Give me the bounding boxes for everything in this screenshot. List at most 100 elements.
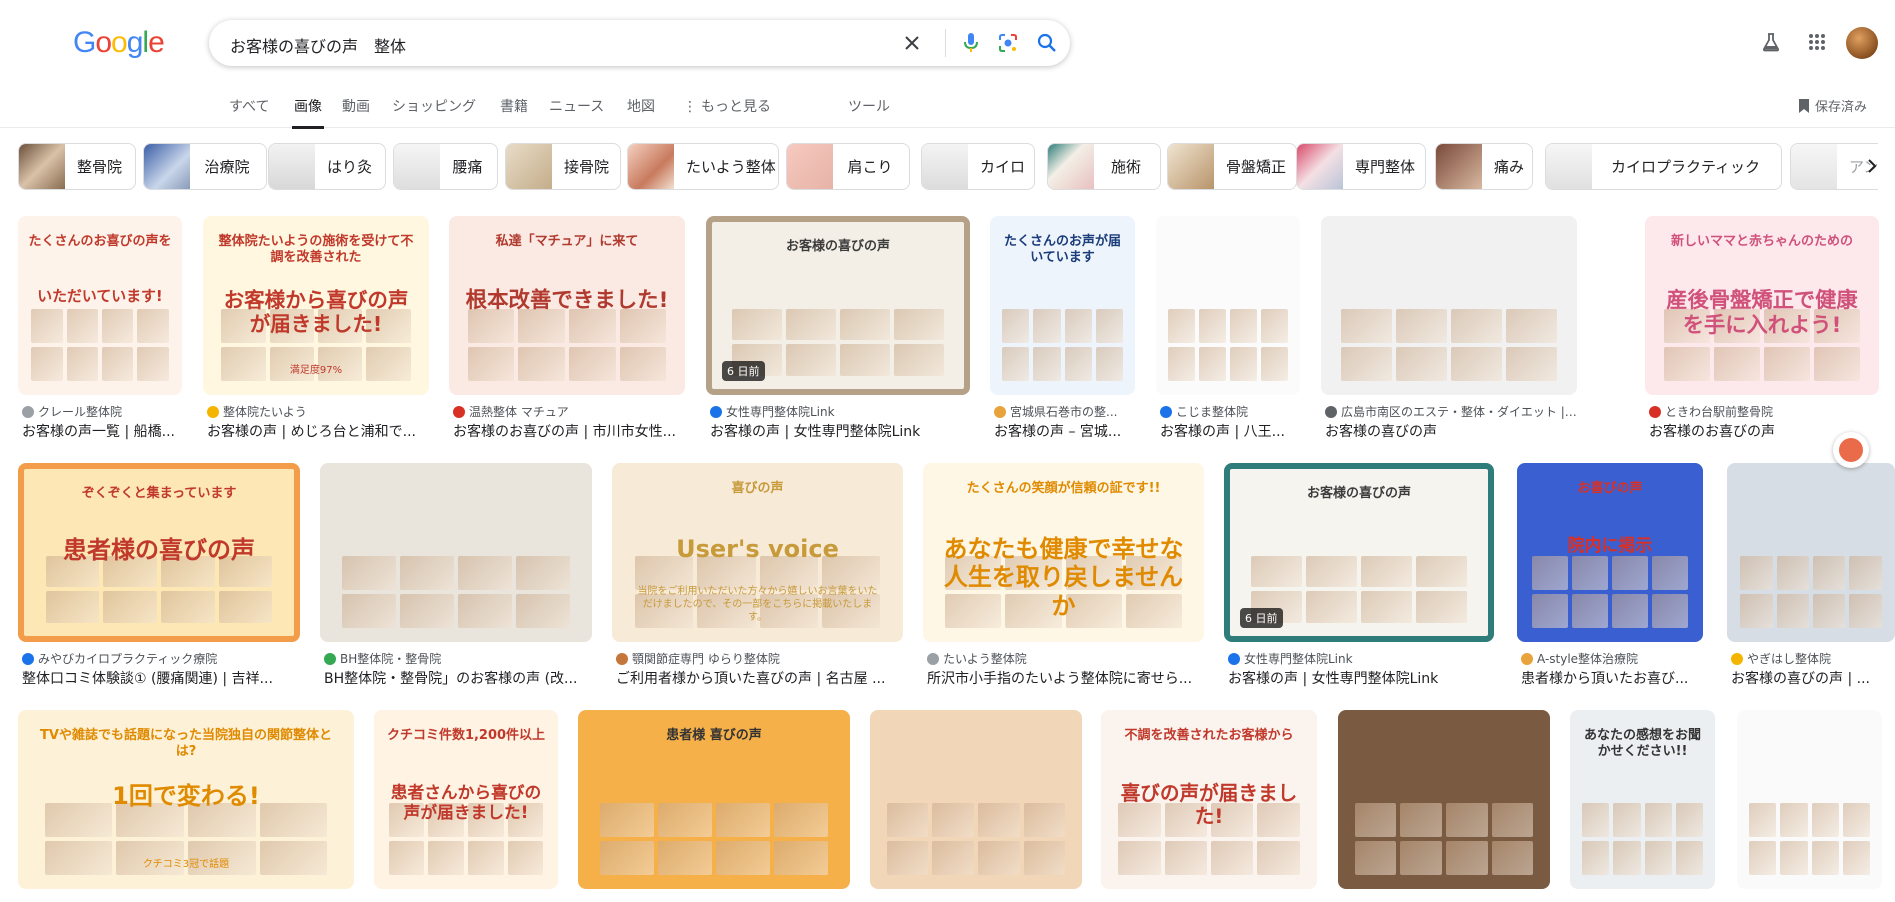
chip[interactable]: カイロプラクティック bbox=[1545, 143, 1782, 190]
image-result[interactable]: 患者様 喜びの声 bbox=[578, 710, 850, 902]
result-source[interactable]: ときわ台駅前整骨院 bbox=[1649, 403, 1879, 420]
result-thumbnail[interactable]: たくさんのお声が届いています bbox=[990, 216, 1135, 395]
image-result[interactable]: あなたの感想をお聞かせください!! bbox=[1570, 710, 1715, 902]
result-title[interactable]: お客様の声 – 宮城... bbox=[994, 421, 1135, 441]
result-thumbnail[interactable] bbox=[1737, 710, 1882, 889]
image-result[interactable]: やぎはし整体院 お客様の喜びの声 | ... bbox=[1727, 463, 1895, 692]
result-thumbnail[interactable]: TVや雑誌でも話題になった当院独自の関節整体とは? 1回で変わる! クチコミ3冠で話… bbox=[18, 710, 354, 889]
image-result[interactable]: 広島市南区のエステ・整体・ダイエット | フェ... お客様の喜びの声 bbox=[1321, 216, 1577, 445]
result-title[interactable]: お客様の声 | めじろ台と浦和で... bbox=[207, 421, 429, 441]
result-title[interactable]: お客様の声 | 女性専門整体院Link bbox=[1228, 668, 1494, 688]
image-result[interactable]: お客様の喜びの声 6 日前 女性専門整体院Link お客様の声 | 女性専門整体院Li… bbox=[1224, 463, 1494, 692]
labs-flask-icon[interactable] bbox=[1757, 28, 1785, 56]
image-result[interactable]: ぞくぞくと集まっています 患者様の喜びの声みやびカイロプラクティック療院 整体口コミ… bbox=[18, 463, 300, 692]
result-thumbnail[interactable]: あなたの感想をお聞かせください!! bbox=[1570, 710, 1715, 889]
chip[interactable]: カイロ bbox=[921, 143, 1035, 190]
result-source[interactable]: 顎関節症専門 ゆらり整体院 bbox=[616, 650, 903, 667]
result-thumbnail[interactable] bbox=[1338, 710, 1550, 889]
result-title[interactable]: お客様の喜びの声 | ... bbox=[1731, 668, 1895, 688]
result-source[interactable]: 広島市南区のエステ・整体・ダイエット | フェ... bbox=[1325, 403, 1577, 420]
tab-books[interactable]: 書籍 bbox=[500, 96, 528, 116]
result-thumbnail[interactable]: クチコミ件数1,200件以上 患者さんから喜びの声が届きました! bbox=[374, 710, 558, 889]
chip[interactable]: 専門整体 bbox=[1296, 143, 1426, 190]
result-title[interactable]: 患者様から頂いたお喜び... bbox=[1521, 668, 1703, 688]
chip[interactable]: 腰痛 bbox=[393, 143, 498, 190]
chip[interactable]: 整骨院 bbox=[18, 143, 136, 190]
chip[interactable]: はり灸 bbox=[268, 143, 386, 190]
image-result[interactable]: こじま整体院 お客様の声 | 八王... bbox=[1156, 216, 1300, 445]
result-source[interactable]: 整体院たいよう bbox=[207, 403, 429, 420]
result-source[interactable]: みやびカイロプラクティック療院 bbox=[22, 650, 300, 667]
image-result[interactable]: お客様の喜びの声 6 日前女性専門整体院Link お客様の声 | 女性専門整体院Li… bbox=[706, 216, 970, 445]
result-thumbnail[interactable]: 不調を改善されたお客様から 喜びの声が届きました! bbox=[1101, 710, 1317, 889]
image-result[interactable]: 新しいママと赤ちゃんのための 産後骨盤矯正で健康を手に入れよう! ときわ台駅前整骨院… bbox=[1645, 216, 1879, 445]
image-result[interactable] bbox=[1338, 710, 1550, 902]
result-source[interactable]: たいよう整体院 bbox=[927, 650, 1204, 667]
account-avatar[interactable] bbox=[1846, 27, 1878, 59]
result-source[interactable]: A-style整体治療院 bbox=[1521, 650, 1703, 667]
result-source[interactable]: 温熱整体 マチュア bbox=[453, 403, 685, 420]
result-thumbnail[interactable]: たくさんのお喜びの声を いただいています! bbox=[18, 216, 182, 395]
result-source[interactable]: 女性専門整体院Link bbox=[710, 403, 970, 420]
image-result[interactable]: たくさんの笑顔が信頼の証です!! あなたも健康で幸せな人生を取り戻しませんか たいよ… bbox=[923, 463, 1204, 692]
saved-link[interactable]: 保存済み bbox=[1797, 96, 1867, 115]
chip[interactable]: 施術 bbox=[1047, 143, 1161, 190]
result-thumbnail[interactable] bbox=[1156, 216, 1300, 395]
chip[interactable]: たいよう整体 bbox=[627, 143, 779, 190]
image-result[interactable]: BH整体院・整骨院 BH整体院・整骨院」のお客様の声 (改... bbox=[320, 463, 592, 692]
result-title[interactable]: お客様の声一覧 | 船橋... bbox=[22, 421, 182, 441]
image-result[interactable]: TVや雑誌でも話題になった当院独自の関節整体とは? 1回で変わる! クチコミ3冠で話… bbox=[18, 710, 354, 902]
tab-videos[interactable]: 動画 bbox=[342, 96, 370, 116]
google-logo[interactable]: Google bbox=[73, 26, 165, 60]
mic-icon[interactable] bbox=[959, 31, 983, 55]
result-thumbnail[interactable]: お喜びの声 院内に掲示 bbox=[1517, 463, 1703, 642]
result-thumbnail[interactable]: 私達「マチュア」に来て 根本改善できました! bbox=[449, 216, 685, 395]
result-source[interactable]: BH整体院・整骨院 bbox=[324, 650, 592, 667]
tab-all[interactable]: すべて bbox=[229, 96, 269, 116]
chip[interactable]: 接骨院 bbox=[505, 143, 621, 190]
result-title[interactable]: お客様の声 | 女性専門整体院Link bbox=[710, 421, 970, 441]
image-result[interactable]: 私達「マチュア」に来て 根本改善できました! 温熱整体 マチュア お客様のお喜びの声 … bbox=[449, 216, 685, 445]
result-source[interactable]: 宮城県石巻市の整... bbox=[994, 403, 1135, 420]
chip[interactable]: 骨盤矯正 bbox=[1167, 143, 1297, 190]
tab-more[interactable]: ⋮ もっと見る bbox=[683, 96, 771, 116]
image-result[interactable]: 不調を改善されたお客様から 喜びの声が届きました! bbox=[1101, 710, 1317, 902]
result-source[interactable]: こじま整体院 bbox=[1160, 403, 1300, 420]
result-title[interactable]: お客様の喜びの声 bbox=[1325, 421, 1577, 441]
image-result[interactable]: 整体院たいようの施術を受けて不調を改善された お客様から喜びの声が届きました! 満足… bbox=[203, 216, 429, 445]
result-title[interactable]: お客様の声 | 八王... bbox=[1160, 421, 1300, 441]
result-title[interactable]: BH整体院・整骨院」のお客様の声 (改... bbox=[324, 668, 592, 688]
search-input[interactable]: お客様の喜びの声 整体 bbox=[230, 33, 406, 57]
tab-news[interactable]: ニュース bbox=[549, 96, 604, 116]
result-thumbnail[interactable]: 整体院たいようの施術を受けて不調を改善された お客様から喜びの声が届きました! 満足… bbox=[203, 216, 429, 395]
result-thumbnail[interactable]: 患者様 喜びの声 bbox=[578, 710, 850, 889]
apps-grid-icon[interactable] bbox=[1803, 28, 1831, 56]
result-title[interactable]: 所沢市小手指のたいよう整体院に寄せら... bbox=[927, 668, 1204, 688]
chip[interactable]: 肩こり bbox=[786, 143, 910, 190]
tab-maps[interactable]: 地図 bbox=[627, 96, 655, 116]
search-icon[interactable] bbox=[1035, 31, 1059, 55]
result-thumbnail[interactable] bbox=[1321, 216, 1577, 395]
result-title[interactable]: 整体口コミ体験談① (腰痛関連) | 吉祥... bbox=[22, 668, 300, 688]
feedback-button[interactable] bbox=[1833, 432, 1869, 468]
result-source[interactable]: やぎはし整体院 bbox=[1731, 650, 1895, 667]
result-thumbnail[interactable]: ぞくぞくと集まっています 患者様の喜びの声 bbox=[18, 463, 300, 642]
tab-images[interactable]: 画像 bbox=[292, 96, 324, 129]
result-thumbnail[interactable]: 喜びの声 User's voice 当院をご利用いただいた方々から嬉しいお言葉をいた… bbox=[612, 463, 903, 642]
image-result[interactable]: 喜びの声 User's voice 当院をご利用いただいた方々から嬉しいお言葉をいた… bbox=[612, 463, 903, 692]
image-result[interactable]: たくさんのお喜びの声を いただいています! クレール整体院 お客様の声一覧 | 船橋.… bbox=[18, 216, 182, 445]
result-thumbnail[interactable] bbox=[870, 710, 1082, 889]
clear-icon[interactable] bbox=[900, 31, 924, 55]
image-result[interactable]: クチコミ件数1,200件以上 患者さんから喜びの声が届きました! bbox=[374, 710, 558, 902]
image-result[interactable]: たくさんのお声が届いています宮城県石巻市の整... お客様の声 – 宮城... bbox=[990, 216, 1135, 445]
image-result[interactable] bbox=[870, 710, 1082, 902]
image-result[interactable]: お喜びの声 院内に掲示 A-style整体治療院 患者様から頂いたお喜び... bbox=[1517, 463, 1703, 692]
tab-shopping[interactable]: ショッピング bbox=[392, 96, 476, 116]
result-thumbnail[interactable]: 新しいママと赤ちゃんのための 産後骨盤矯正で健康を手に入れよう! bbox=[1645, 216, 1879, 395]
image-result[interactable] bbox=[1737, 710, 1882, 902]
result-title[interactable]: お客様のお喜びの声 | 市川市女性... bbox=[453, 421, 685, 441]
search-box[interactable]: お客様の喜びの声 整体 bbox=[209, 20, 1070, 66]
result-thumbnail[interactable]: お客様の喜びの声 6 日前 bbox=[706, 216, 970, 395]
tab-tools[interactable]: ツール bbox=[848, 96, 890, 116]
result-source[interactable]: クレール整体院 bbox=[22, 403, 182, 420]
